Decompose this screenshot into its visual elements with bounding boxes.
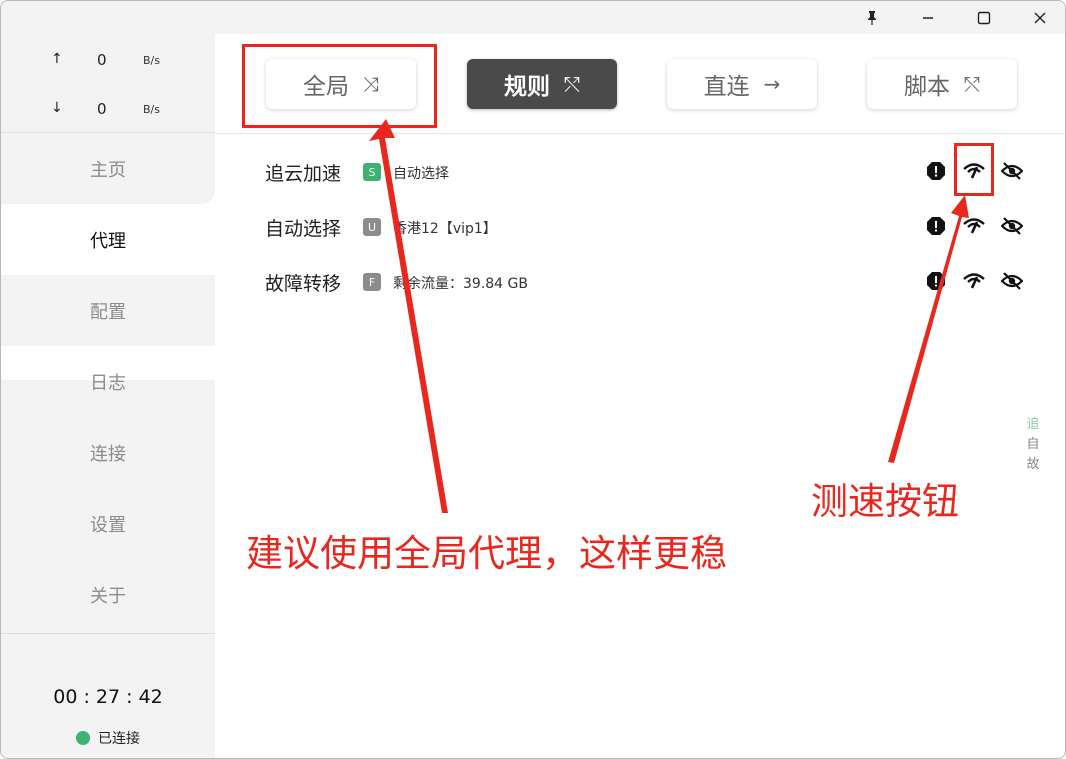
annotation-arrow-global xyxy=(369,119,448,513)
app-window: ↑ 0 B/s ↓ 0 B/s 主页 代理 配置 日志 连接 设置 关于 00 … xyxy=(0,0,1066,759)
annotation-global-hint: 建议使用全局代理，这样更稳 xyxy=(246,532,727,575)
annotation-arrows xyxy=(369,119,969,513)
annotation-arrow-speedtest xyxy=(888,195,969,463)
annotation-speedtest-hint: 测速按钮 xyxy=(811,480,959,523)
